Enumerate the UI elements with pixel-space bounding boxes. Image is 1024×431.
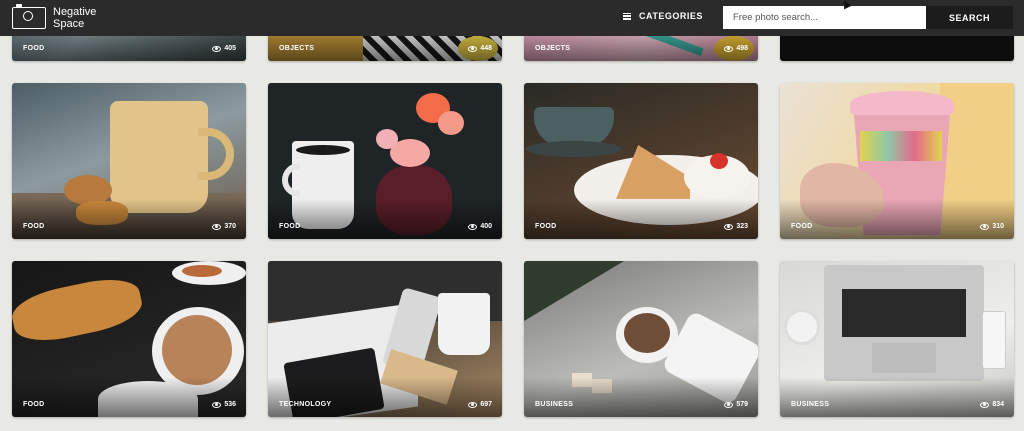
hamburger-icon [623,12,631,20]
eye-icon [980,401,990,408]
site-logo[interactable]: Negative Space [12,4,97,30]
categories-menu-button[interactable]: CATEGORIES [623,11,703,21]
photo-views: 579 [724,401,748,408]
photo-card[interactable]: FOOD 370 [12,83,246,239]
photo-grid: FOOD 405 OBJECTS 448 OBJECTS 498 FOOD 37… [0,0,1024,431]
photo-category: FOOD [279,223,301,230]
photo-category: TECHNOLOGY [279,401,332,408]
search-button[interactable]: SEARCH [926,6,1013,29]
photo-card[interactable]: BUSINESS 834 [780,261,1014,417]
camera-logo-icon [12,4,46,29]
photo-views: 448 [468,45,492,52]
photo-views: 536 [212,401,236,408]
search-input[interactable] [723,6,926,29]
photo-card[interactable]: BUSINESS 579 [524,261,758,417]
eye-icon [980,223,990,230]
photo-category: FOOD [791,223,813,230]
photo-views: 310 [980,223,1004,230]
photo-category: FOOD [23,45,45,52]
photo-views: 323 [724,223,748,230]
eye-icon [468,223,478,230]
photo-category: BUSINESS [791,401,830,408]
eye-icon [724,223,734,230]
eye-icon [212,223,222,230]
photo-card[interactable]: FOOD 536 [12,261,246,417]
logo-text-line2: Space [53,18,85,30]
photo-category: BUSINESS [535,401,574,408]
photo-card[interactable]: TECHNOLOGY 697 [268,261,502,417]
photo-category: FOOD [535,223,557,230]
eye-icon [724,401,734,408]
eye-icon [212,45,222,52]
photo-card[interactable]: FOOD 400 [268,83,502,239]
eye-icon [724,45,734,52]
eye-icon [212,401,222,408]
eye-icon [468,45,478,52]
categories-label: CATEGORIES [639,11,703,21]
photo-card[interactable]: FOOD 323 [524,83,758,239]
photo-views: 405 [212,45,236,52]
logo-text-line1: Negative [53,6,97,18]
photo-views: 834 [980,401,1004,408]
photo-views: 498 [724,45,748,52]
photo-category: OBJECTS [535,45,571,52]
photo-views: 697 [468,401,492,408]
eye-icon [468,401,478,408]
photo-views: 400 [468,223,492,230]
photo-category: OBJECTS [279,45,315,52]
photo-category: FOOD [23,223,45,230]
photo-views: 370 [212,223,236,230]
photo-category: FOOD [23,401,45,408]
photo-card[interactable]: FOOD 310 [780,83,1014,239]
top-navbar: Negative Space CATEGORIES SEARCH [0,0,1024,36]
